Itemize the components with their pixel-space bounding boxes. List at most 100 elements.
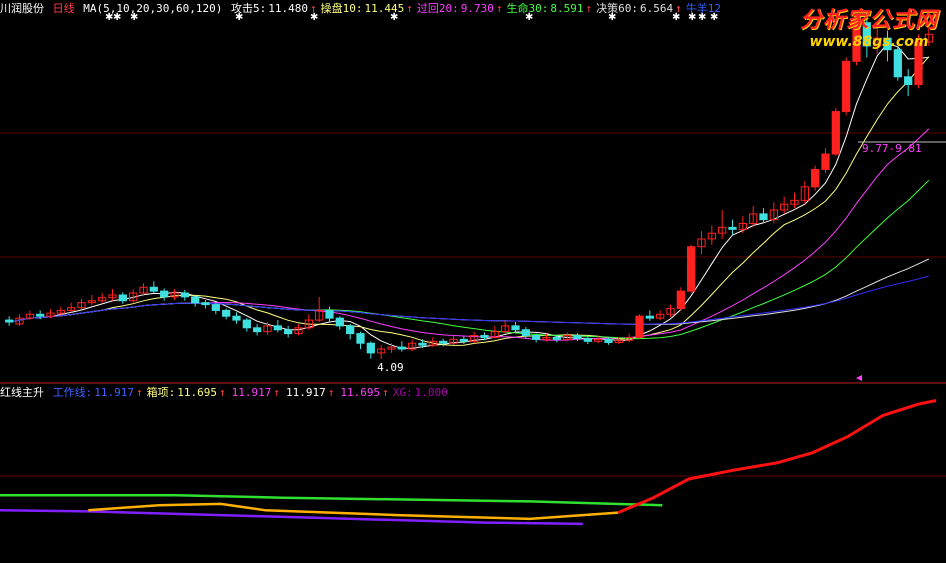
candle-body <box>573 335 582 340</box>
watermark-title: 分析家公式网 <box>799 8 938 33</box>
ma-item: 决策60: 6.564 ↑ <box>596 2 684 14</box>
candle-body <box>118 294 127 302</box>
indicator-item: 工作线: 11.917 ↑ <box>53 386 145 398</box>
candle-body <box>36 313 45 317</box>
candle-body <box>521 329 530 337</box>
candle-body <box>842 60 851 113</box>
candle-body <box>346 325 355 335</box>
indicator-item: 箱项: 11.695 ↑ <box>147 386 228 398</box>
ma-label: 生命30: <box>506 2 549 14</box>
indicator-value: 11.695 <box>177 386 217 398</box>
range-label: 9.77-9.81 <box>862 142 922 155</box>
indicator-item: 11.917 ↑ <box>230 386 282 398</box>
ma-label: MA(5,10,20,30,60,120) <box>83 2 223 14</box>
candle-body <box>418 342 427 346</box>
indicator-value: 11.917 <box>231 386 272 398</box>
up-arrow-icon: ↑ <box>585 2 593 14</box>
price-chart: ✱ ✱ ✱ ✱ ✱ ✱ ✱ ✱ ✱ ✱ ✱ ✱4.099.77-9.81 <box>0 11 946 526</box>
up-arrow-icon: ↑ <box>675 2 682 14</box>
indicator-value: 11.695 <box>340 386 381 398</box>
ma-value: 11.445 <box>364 2 405 14</box>
indicator-line-2 <box>88 502 619 521</box>
up-arrow-icon: ↑ <box>495 2 503 14</box>
marker-arrow-icon <box>856 375 862 381</box>
candle-body <box>583 338 592 342</box>
indicator-line-3 <box>617 399 937 514</box>
candle-body <box>325 309 334 319</box>
candle-body <box>759 213 768 221</box>
up-arrow-icon: ↑ <box>273 386 280 398</box>
stock-name: 川润股份 <box>0 2 44 14</box>
candle-body <box>439 340 448 344</box>
candle-body <box>511 325 520 331</box>
candle-body <box>397 346 406 350</box>
candle-body <box>893 49 902 78</box>
candle-body <box>160 290 169 298</box>
candle-body <box>821 153 830 170</box>
indicator-label: XG: <box>392 386 413 398</box>
candle-body <box>645 315 654 319</box>
candle-body <box>459 338 468 342</box>
candle-body <box>284 329 293 335</box>
indicator-header: 红线主升 工作线: 11.917 ↑ 箱项: 11.695 ↑ 11.917 ↑ 11.917 ↑… <box>0 384 946 398</box>
candle-body <box>904 76 913 86</box>
candle-body <box>604 338 613 343</box>
candle-body <box>366 342 375 354</box>
candle-body <box>811 168 820 188</box>
candle-body <box>5 319 14 323</box>
candle-body <box>635 315 644 338</box>
period-label: 日线 <box>52 2 75 14</box>
indicator-value: 1.000 <box>414 386 448 398</box>
indicator-value: 11.917 <box>286 386 326 398</box>
candle-body <box>273 325 282 331</box>
ma-line-20 <box>9 128 930 341</box>
candle-body <box>191 296 200 304</box>
candle-body <box>201 302 210 306</box>
ma-item: 攻击5: 11.480 ↑ <box>231 2 319 14</box>
ma-item: 操盘10: 11.445 ↑ <box>321 2 415 14</box>
indicator-line-0 <box>0 493 663 507</box>
up-arrow-icon: ↑ <box>136 386 143 398</box>
ma-label: 操盘10: <box>320 2 363 14</box>
candle-body <box>222 309 231 317</box>
ma-label: 决策60: <box>596 2 638 14</box>
indicator-label: 箱项: <box>146 386 176 398</box>
indicator-value: 11.917 <box>94 386 134 398</box>
ma-value: 9.730 <box>460 2 494 14</box>
candle-body <box>149 286 158 292</box>
candle-body <box>687 246 696 292</box>
ma-value: 8.591 <box>550 2 584 14</box>
candle-body <box>676 290 685 309</box>
candle-body <box>831 111 840 155</box>
indicator-title: 红线主升 <box>0 386 44 398</box>
ma-value: 11.480 <box>268 2 308 14</box>
low-price-label: 4.09 <box>377 361 404 374</box>
ma-label: 牛羊12 <box>685 2 721 14</box>
ma-label: 过回20: <box>416 2 459 14</box>
candle-body <box>180 292 189 298</box>
candle-body <box>356 333 365 344</box>
candle-body <box>728 226 737 230</box>
ma-value: 6.564 <box>639 2 674 14</box>
candle-body <box>232 315 241 321</box>
up-arrow-icon: ↑ <box>327 386 335 398</box>
ma-line-5 <box>9 43 929 349</box>
indicator-item: 11.695 ↑ <box>338 386 390 398</box>
indicator-item: 11.917 ↑ <box>284 386 336 398</box>
indicator-item: XG: 1.000 <box>393 386 452 398</box>
ma-item: 牛羊12 <box>686 2 727 14</box>
watermark-url: www.88gs.com <box>809 34 929 50</box>
candle-body <box>242 319 251 329</box>
candle-body <box>211 304 220 311</box>
candle-body <box>335 317 344 327</box>
up-arrow-icon: ↑ <box>309 2 317 14</box>
ma-item: 过回20: 9.730 ↑ <box>417 2 505 14</box>
ma-item: 生命30: 8.591 ↑ <box>506 2 594 14</box>
up-arrow-icon: ↑ <box>406 2 413 14</box>
up-arrow-icon: ↑ <box>219 386 226 398</box>
candle-body <box>253 327 262 333</box>
watermark-logo: 分析家公式网 www.88gs.com <box>800 2 938 50</box>
candle-body <box>552 336 561 340</box>
ma-label: 攻击5: <box>230 2 267 14</box>
stock-chart-window: { "header": { "stock_name": "川润股份", "per… <box>0 0 946 563</box>
